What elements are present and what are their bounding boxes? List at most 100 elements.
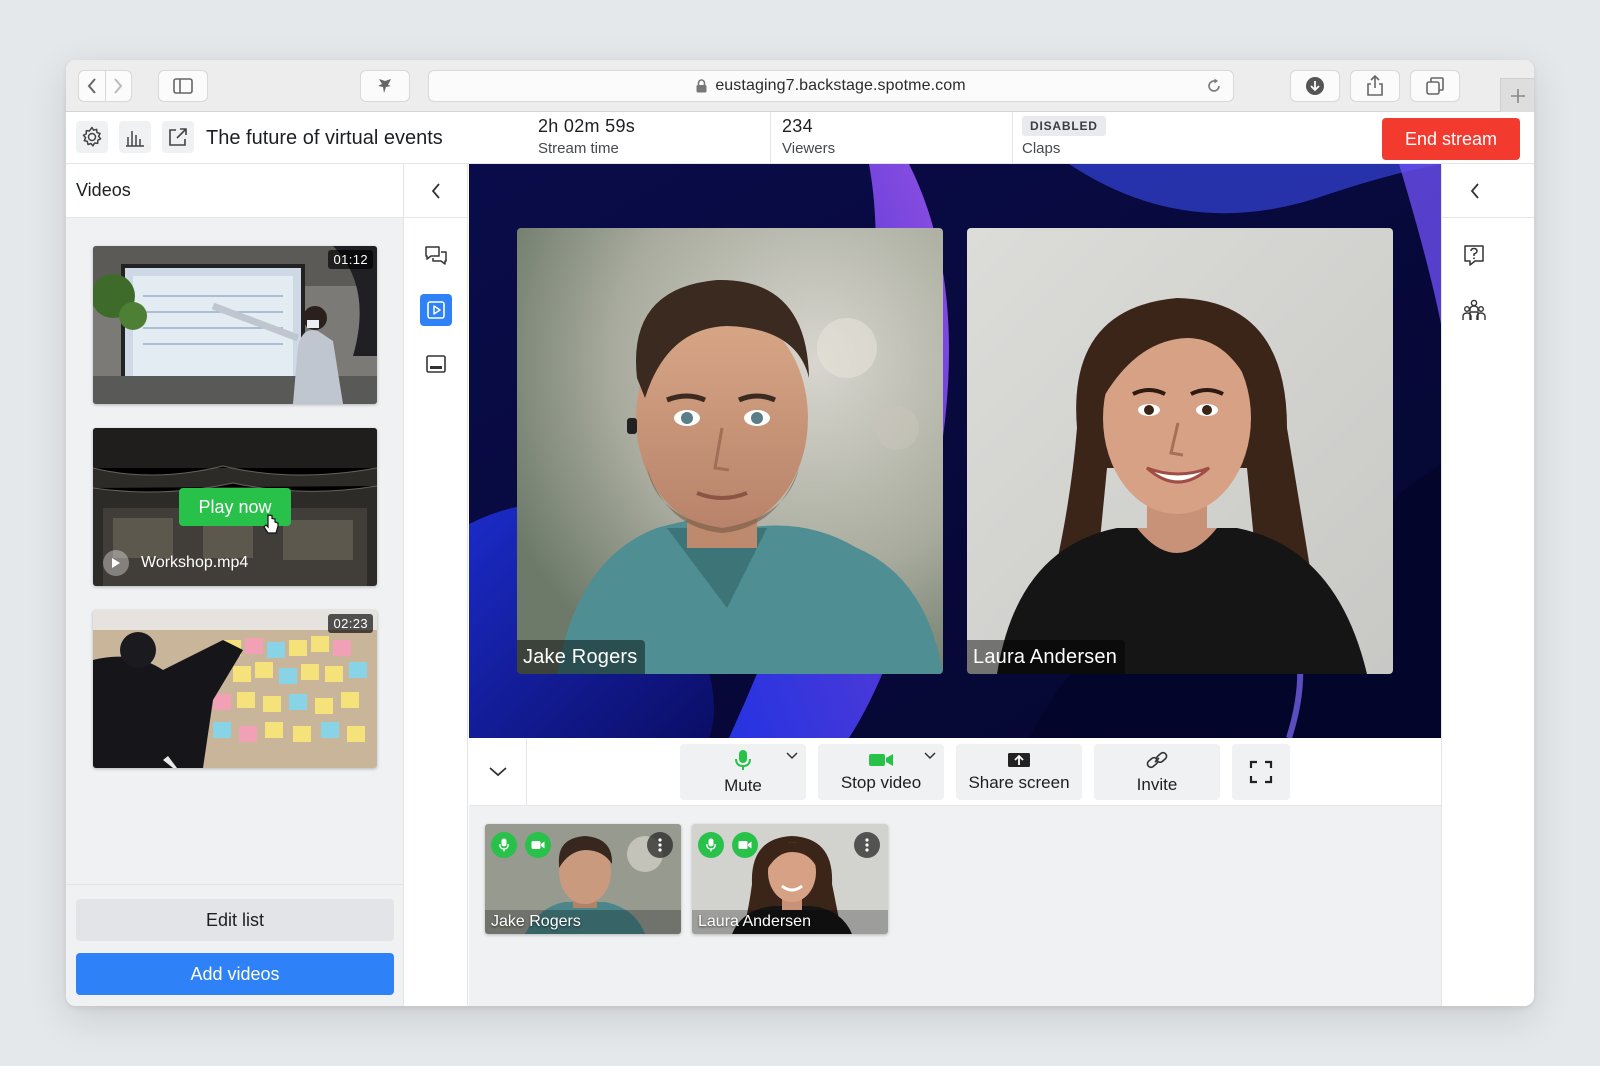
viewers-label: Viewers bbox=[782, 140, 836, 157]
settings-button[interactable] bbox=[76, 121, 108, 153]
app-header: The future of virtual events 2h 02m 59s … bbox=[66, 112, 1534, 164]
chat-icon bbox=[425, 246, 447, 265]
microphone-icon bbox=[706, 838, 716, 852]
more-vertical-icon bbox=[658, 838, 662, 852]
chevron-left-icon bbox=[431, 182, 440, 199]
camera-icon bbox=[738, 841, 752, 849]
add-videos-button[interactable]: Add videos bbox=[76, 953, 394, 995]
plus-icon bbox=[1510, 88, 1525, 103]
play-icon[interactable] bbox=[103, 550, 129, 576]
video-item-selected[interactable]: Play now Workshop.mp4 bbox=[93, 428, 377, 586]
reload-icon[interactable] bbox=[1205, 77, 1223, 95]
extension-icon bbox=[378, 79, 391, 93]
forward-icon bbox=[114, 78, 123, 94]
chevron-down-icon[interactable] bbox=[786, 752, 798, 760]
invite-button[interactable]: Invite bbox=[1094, 744, 1220, 800]
attendees-tool-button[interactable] bbox=[1458, 294, 1490, 326]
camera-status bbox=[732, 832, 758, 858]
questions-tool-button[interactable] bbox=[1458, 240, 1490, 272]
forward-button[interactable] bbox=[104, 71, 132, 101]
lower-third-tool-button[interactable] bbox=[420, 348, 452, 380]
stream-time-value: 2h 02m 59s bbox=[538, 116, 636, 136]
participant-video bbox=[517, 228, 943, 674]
new-tab-button[interactable] bbox=[1500, 78, 1534, 112]
external-link-icon bbox=[169, 128, 187, 146]
collapse-panel-button[interactable] bbox=[404, 164, 467, 218]
camera-icon bbox=[869, 753, 893, 766]
video-filename: Workshop.mp4 bbox=[141, 554, 249, 571]
cursor-icon bbox=[263, 514, 279, 534]
claps-stat: DISABLED Claps bbox=[1022, 116, 1106, 160]
video-duration: 01:12 bbox=[328, 250, 373, 269]
claps-status-badge: DISABLED bbox=[1022, 116, 1106, 136]
participant-video-tile[interactable]: Jake Rogers bbox=[517, 228, 943, 674]
analytics-icon bbox=[126, 131, 144, 147]
videos-panel: Videos 01:12 Play now Workshop.mp4 02:23… bbox=[66, 164, 404, 1006]
divider bbox=[770, 112, 771, 164]
chat-tool-button[interactable] bbox=[420, 240, 452, 272]
stream-time-stat: 2h 02m 59s Stream time bbox=[538, 116, 635, 160]
stop-video-button[interactable]: Stop video bbox=[818, 744, 944, 800]
chevron-left-icon bbox=[1470, 182, 1479, 199]
stream-time-label: Stream time bbox=[538, 140, 619, 157]
video-library-icon bbox=[427, 301, 445, 319]
claps-label: Claps bbox=[1022, 140, 1061, 157]
viewers-value: 234 bbox=[782, 116, 813, 136]
back-button[interactable] bbox=[79, 71, 105, 101]
url-text: eustaging7.backstage.spotme.com bbox=[715, 77, 966, 94]
edit-list-button[interactable]: Edit list bbox=[76, 899, 394, 941]
lock-icon bbox=[696, 79, 707, 93]
lower-third-icon bbox=[426, 355, 446, 373]
microphone-status bbox=[491, 832, 517, 858]
more-vertical-icon bbox=[865, 838, 869, 852]
video-thumbnail bbox=[93, 246, 377, 404]
invite-label: Invite bbox=[1136, 774, 1178, 794]
people-icon bbox=[1462, 299, 1486, 320]
nav-buttons bbox=[78, 70, 132, 102]
sidebar-toggle-button[interactable] bbox=[158, 70, 208, 102]
extension-button[interactable] bbox=[360, 70, 410, 102]
link-icon bbox=[1146, 751, 1168, 768]
back-icon bbox=[87, 78, 96, 94]
participant-thumbnail-name: Jake Rogers bbox=[491, 913, 581, 930]
download-icon bbox=[1306, 77, 1324, 95]
microphone-icon bbox=[735, 749, 751, 770]
chevron-down-icon bbox=[488, 767, 507, 777]
collapse-controls-button[interactable] bbox=[469, 738, 527, 806]
participant-video-tile[interactable]: Laura Andersen bbox=[967, 228, 1393, 674]
share-icon bbox=[1367, 75, 1383, 96]
mute-label: Mute bbox=[724, 775, 762, 795]
participants-strip: Jake Rogers Laura Andersen bbox=[469, 806, 1441, 1006]
video-thumbnail bbox=[93, 610, 377, 768]
video-library-tool-button[interactable] bbox=[420, 294, 452, 326]
sidebar-icon bbox=[173, 78, 193, 94]
share-button[interactable] bbox=[1350, 70, 1400, 102]
participant-thumbnail[interactable]: Laura Andersen bbox=[692, 824, 888, 934]
chevron-down-icon[interactable] bbox=[924, 752, 936, 760]
video-item[interactable]: 01:12 bbox=[93, 246, 377, 404]
share-screen-button[interactable]: Share screen bbox=[956, 744, 1082, 800]
event-title: The future of virtual events bbox=[206, 127, 443, 149]
call-controls-bar: Mute Stop video Share screen Invite bbox=[469, 738, 1441, 806]
more-options-button[interactable] bbox=[647, 832, 673, 858]
question-icon bbox=[1464, 245, 1484, 266]
settings-icon bbox=[82, 126, 102, 147]
end-stream-button[interactable]: End stream bbox=[1382, 118, 1520, 160]
analytics-button[interactable] bbox=[119, 121, 151, 153]
participant-thumbnail[interactable]: Jake Rogers bbox=[485, 824, 681, 934]
videos-panel-footer: Edit list Add videos bbox=[66, 884, 403, 1006]
tabs-button[interactable] bbox=[1410, 70, 1460, 102]
microphone-icon bbox=[499, 838, 509, 852]
microphone-status bbox=[698, 832, 724, 858]
video-item[interactable]: 02:23 bbox=[93, 610, 377, 768]
mute-button[interactable]: Mute bbox=[680, 744, 806, 800]
share-screen-label: Share screen bbox=[968, 772, 1070, 792]
divider bbox=[1012, 112, 1013, 164]
open-external-button[interactable] bbox=[162, 121, 194, 153]
more-options-button[interactable] bbox=[854, 832, 880, 858]
address-bar[interactable]: eustaging7.backstage.spotme.com bbox=[428, 70, 1234, 102]
right-rail bbox=[1441, 164, 1534, 1006]
expand-right-panel-button[interactable] bbox=[1442, 164, 1534, 218]
fullscreen-button[interactable] bbox=[1232, 744, 1290, 800]
download-button[interactable] bbox=[1290, 70, 1340, 102]
